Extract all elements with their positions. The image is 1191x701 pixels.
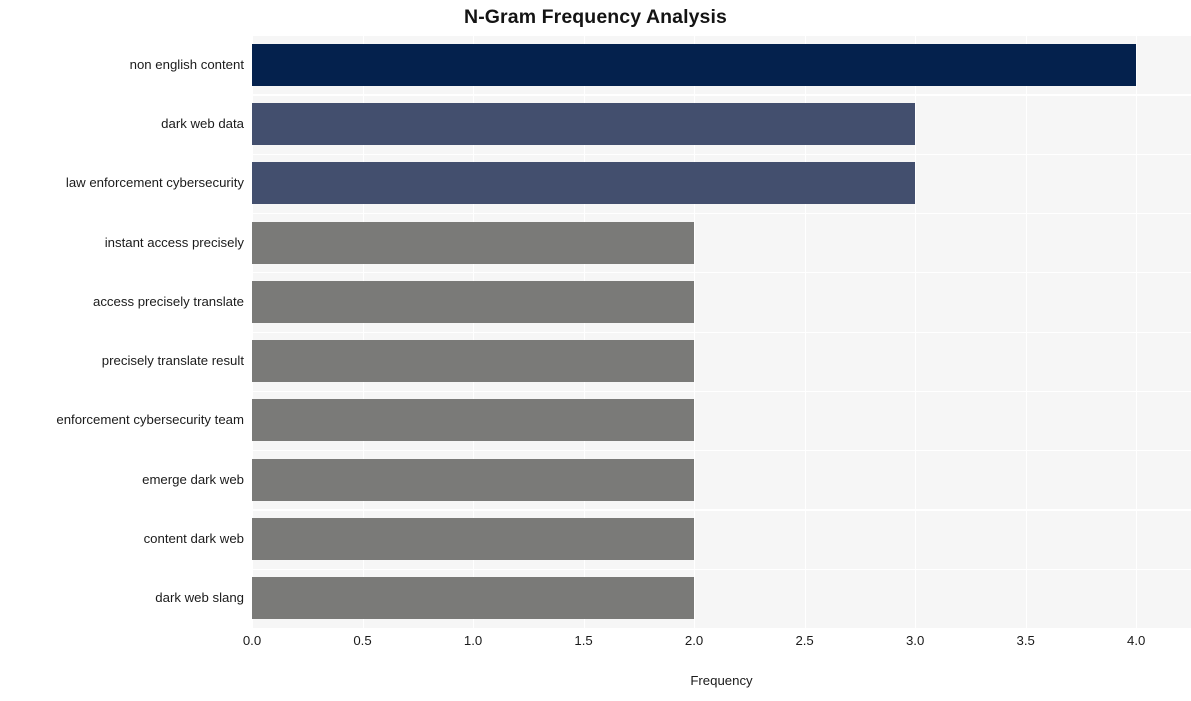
- chart-title: N-Gram Frequency Analysis: [464, 6, 727, 28]
- x-axis-tick-label: 3.0: [905, 633, 925, 648]
- gridline-horizontal: [252, 509, 1191, 511]
- y-axis-tick-label: access precisely translate: [93, 293, 244, 309]
- x-axis-title: Frequency: [690, 673, 753, 688]
- y-axis-tick-label: non english content: [129, 56, 244, 72]
- y-axis-tick-labels: non english content dark web data law enfo…: [0, 35, 244, 628]
- gridline-horizontal: [252, 153, 1191, 155]
- gridline-horizontal: [252, 212, 1191, 215]
- x-axis-tick-label: 4.0: [1127, 633, 1146, 648]
- y-axis-tick-label: content dark web: [143, 531, 244, 547]
- y-axis-tick-label: instant access precisely: [104, 234, 244, 250]
- gridline-horizontal: [252, 568, 1191, 570]
- x-axis-tick-label: 2.0: [684, 633, 704, 648]
- y-axis-tick-label: dark web slang: [155, 590, 244, 606]
- bar: [252, 221, 695, 264]
- chart-figure: N-Gram Frequency Analysis non english co…: [0, 0, 1191, 701]
- x-axis-tick-label: 0.5: [353, 633, 372, 648]
- bar: [252, 280, 695, 323]
- bar: [252, 340, 695, 383]
- bar: [252, 399, 695, 442]
- x-axis-tick-label: 1.0: [463, 633, 483, 648]
- x-axis-tick-label: 1.5: [574, 633, 593, 648]
- bar: [252, 43, 1137, 86]
- gridline-horizontal: [252, 450, 1191, 452]
- y-axis-tick-label: precisely translate result: [101, 353, 244, 369]
- gridline-horizontal: [252, 272, 1191, 274]
- y-axis-tick-label: enforcement cybersecurity team: [56, 412, 244, 428]
- bar: [252, 518, 695, 561]
- gridline-horizontal: [252, 94, 1191, 96]
- y-axis-tick-label: dark web data: [161, 115, 244, 131]
- bar: [252, 162, 916, 205]
- y-axis-tick-label: emerge dark web: [142, 471, 244, 487]
- bar: [252, 577, 695, 620]
- gridline-horizontal: [252, 331, 1191, 333]
- x-axis-tick-label: 0.0: [242, 633, 262, 648]
- x-axis-tick-label: 2.5: [795, 633, 814, 648]
- y-axis-tick-label: law enforcement cybersecurity: [65, 175, 244, 191]
- x-axis-tick-label: 3.5: [1016, 633, 1035, 648]
- gridline-horizontal: [252, 390, 1191, 393]
- x-axis-tick-labels: 0.0 0.5 1.0 1.5 2.0 2.5 3.0 3.5 4.0: [0, 633, 1191, 655]
- plot-area: [252, 35, 1191, 628]
- bar: [252, 102, 916, 145]
- bar: [252, 458, 695, 501]
- gridline-horizontal: [252, 35, 1191, 37]
